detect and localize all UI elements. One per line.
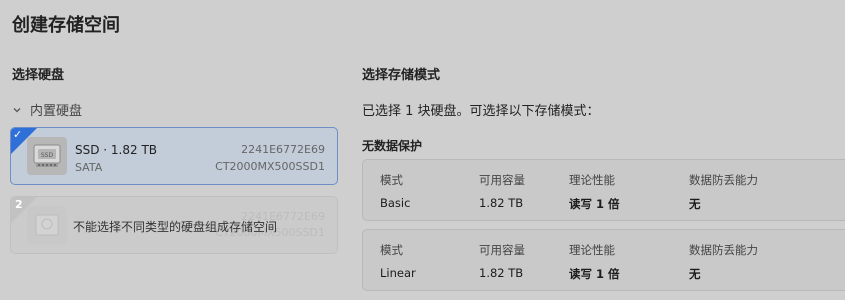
chevron-down-icon [12,105,22,115]
protection-value: 无 [689,197,701,211]
disk-restriction-note: 不能选择不同类型的硬盘组成存储空间 [73,220,278,234]
col-header-performance: 理论性能 [569,173,615,187]
mode-card-linear[interactable]: 模式 可用容量 理论性能 数据防丢能力 Linear 1.82 TB 读写 1 … [362,229,845,291]
no-protection-label: 无数据保护 [362,139,423,153]
checkmark-icon: ✓ [13,128,23,141]
col-header-mode: 模式 [380,243,403,257]
performance-value: 读写 1 倍 [569,267,620,281]
group-label: 内置硬盘 [30,104,83,119]
col-header-capacity: 可用容量 [479,173,525,187]
disk-interface: SATA [75,161,103,174]
mode-card-basic[interactable]: 模式 可用容量 理论性能 数据防丢能力 Basic 1.82 TB 读写 1 倍… [362,159,845,221]
col-header-performance: 理论性能 [569,243,615,257]
protection-value: 无 [689,267,701,281]
internal-disk-group-toggle[interactable]: 内置硬盘 [12,100,82,119]
page-title: 创建存储空间 [12,15,120,36]
performance-value: 读写 1 倍 [569,197,620,211]
disk-model: CT2000MX500SSD1 [215,160,325,173]
svg-text:SSD: SSD [41,152,54,159]
select-disk-heading: 选择硬盘 [12,68,65,83]
capacity-value: 1.82 TB [479,196,524,210]
disk-name: SSD · 1.82 TB [75,143,158,157]
mode-value: Basic [380,196,411,210]
selection-info: 已选择 1 块硬盘。可选择以下存储模式： [362,104,600,119]
capacity-value: 1.82 TB [479,266,524,280]
disk-card-disabled: 2 2241E6772E69 CT2000MX500SSD1 不能选择不同类型的… [10,196,338,254]
disk-index: 2 [15,198,23,211]
col-header-mode: 模式 [380,173,403,187]
disk-card-selected[interactable]: ✓ SSD SSD · 1.82 TB SATA 2241E6772E69 CT… [10,127,338,185]
ssd-icon: SSD [27,137,67,175]
hdd-icon [27,206,67,244]
col-header-protection: 数据防丢能力 [689,173,758,187]
col-header-capacity: 可用容量 [479,243,525,257]
select-mode-heading: 选择存储模式 [362,68,441,83]
mode-value: Linear [380,266,416,280]
disk-serial: 2241E6772E69 [241,143,325,156]
col-header-protection: 数据防丢能力 [689,243,758,257]
